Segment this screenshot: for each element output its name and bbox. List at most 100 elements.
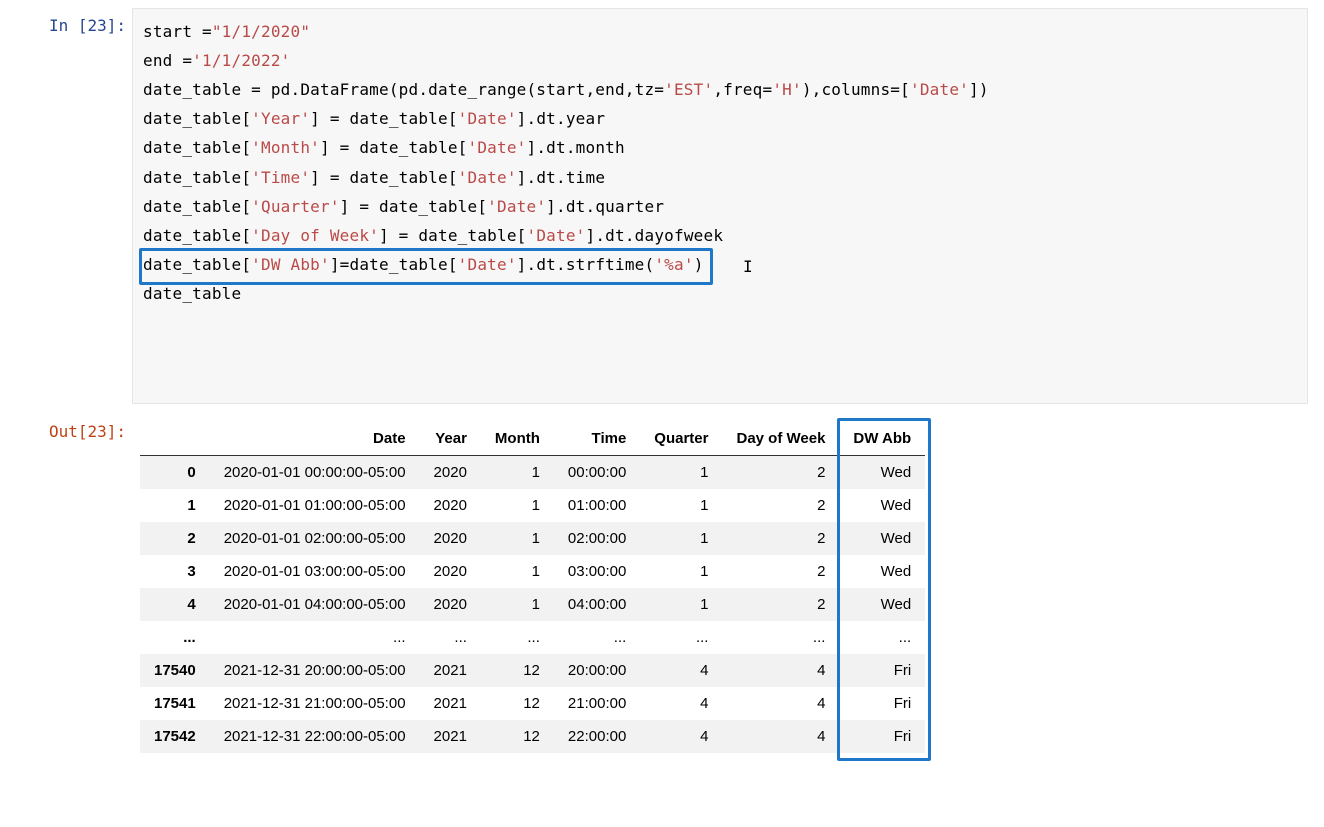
code-line: date_table[ [143, 255, 251, 274]
code-line: ].dt.year [517, 109, 606, 128]
row-index: 3 [140, 555, 210, 588]
code-line: ] = date_table[ [379, 226, 527, 245]
row-index: 17541 [140, 687, 210, 720]
cell-quarter: 1 [640, 489, 722, 522]
cell-time: 03:00:00 [554, 555, 640, 588]
cell-date: ... [210, 621, 420, 654]
cell-date: 2021-12-31 22:00:00-05:00 [210, 720, 420, 753]
cell-quarter: 1 [640, 555, 722, 588]
cell-time: 21:00:00 [554, 687, 640, 720]
output-area: Date Year Month Time Quarter Day of Week… [132, 414, 1308, 757]
code-line: ]) [969, 80, 989, 99]
code-string: '%a' [654, 255, 693, 274]
code-line: ].dt.strftime( [517, 255, 655, 274]
cell-dwabb: Fri [839, 687, 925, 720]
cell-month: 1 [481, 555, 554, 588]
cell-year: 2020 [420, 489, 481, 522]
cell-time: 00:00:00 [554, 456, 640, 490]
header-quarter: Quarter [640, 422, 722, 456]
cell-date: 2021-12-31 20:00:00-05:00 [210, 654, 420, 687]
table-row: 175412021-12-31 21:00:00-05:0020211221:0… [140, 687, 925, 720]
code-line: ] = date_table[ [340, 197, 488, 216]
header-date: Date [210, 422, 420, 456]
code-string: 'Day of Week' [251, 226, 379, 245]
cell-time: 20:00:00 [554, 654, 640, 687]
code-line: ) [694, 255, 704, 274]
cell-year: 2020 [420, 588, 481, 621]
table-header-row: Date Year Month Time Quarter Day of Week… [140, 422, 925, 456]
table-row: 175422021-12-31 22:00:00-05:0020211222:0… [140, 720, 925, 753]
code-line: start = [143, 22, 212, 41]
cell-date: 2020-01-01 01:00:00-05:00 [210, 489, 420, 522]
row-index: 2 [140, 522, 210, 555]
code-string: "1/1/2020" [212, 22, 310, 41]
cell-year: 2021 [420, 654, 481, 687]
cell-dow: ... [722, 621, 839, 654]
code-line: date_table[ [143, 109, 251, 128]
cell-month: 1 [481, 456, 554, 490]
cell-quarter: 1 [640, 456, 722, 490]
text-cursor-icon: I [743, 252, 753, 281]
cell-time: 04:00:00 [554, 588, 640, 621]
cell-dwabb: Fri [839, 654, 925, 687]
cell-dwabb: Wed [839, 489, 925, 522]
code-line: ].dt.time [517, 168, 606, 187]
cell-dwabb: Fri [839, 720, 925, 753]
cell-dwabb: Wed [839, 588, 925, 621]
cell-date: 2020-01-01 04:00:00-05:00 [210, 588, 420, 621]
output-cell: Out[23]: Date Year Month Time Quarter Da… [16, 414, 1308, 757]
header-dayofweek: Day of Week [722, 422, 839, 456]
code-string: 'Year' [251, 109, 310, 128]
cell-dow: 2 [722, 489, 839, 522]
code-line: ] = date_table[ [310, 168, 458, 187]
table-row: ........................ [140, 621, 925, 654]
cell-dow: 4 [722, 720, 839, 753]
cell-dow: 2 [722, 456, 839, 490]
code-line: date_table[ [143, 226, 251, 245]
cell-year: 2020 [420, 555, 481, 588]
code-line: date_table[ [143, 168, 251, 187]
row-index: 0 [140, 456, 210, 490]
cell-dow: 4 [722, 687, 839, 720]
dataframe-wrap: Date Year Month Time Quarter Day of Week… [132, 422, 925, 753]
cell-month: 1 [481, 588, 554, 621]
row-index: 17542 [140, 720, 210, 753]
cell-month: 12 [481, 720, 554, 753]
code-editor[interactable]: start ="1/1/2020" end ='1/1/2022' date_t… [132, 8, 1308, 404]
row-index: 17540 [140, 654, 210, 687]
cell-quarter: ... [640, 621, 722, 654]
cell-year: 2020 [420, 522, 481, 555]
cell-year: 2021 [420, 687, 481, 720]
cell-year: ... [420, 621, 481, 654]
row-index: 1 [140, 489, 210, 522]
header-year: Year [420, 422, 481, 456]
code-line: ] = date_table[ [320, 138, 468, 157]
table-row: 02020-01-01 00:00:00-05:002020100:00:001… [140, 456, 925, 490]
code-string: 'H' [772, 80, 802, 99]
cell-dow: 2 [722, 555, 839, 588]
cell-month: 1 [481, 489, 554, 522]
cell-month: 12 [481, 687, 554, 720]
table-row: 12020-01-01 01:00:00-05:002020101:00:001… [140, 489, 925, 522]
cell-dwabb: Wed [839, 456, 925, 490]
cell-date: 2020-01-01 03:00:00-05:00 [210, 555, 420, 588]
code-string: 'Date' [468, 138, 527, 157]
cell-month: 12 [481, 654, 554, 687]
code-string: 'Date' [910, 80, 969, 99]
row-index: 4 [140, 588, 210, 621]
header-month: Month [481, 422, 554, 456]
cell-dwabb: Wed [839, 555, 925, 588]
cell-date: 2020-01-01 02:00:00-05:00 [210, 522, 420, 555]
cell-quarter: 4 [640, 687, 722, 720]
code-string: 'Time' [251, 168, 310, 187]
code-line: ,freq= [713, 80, 772, 99]
table-row: 32020-01-01 03:00:00-05:002020103:00:001… [140, 555, 925, 588]
code-line: ].dt.quarter [546, 197, 664, 216]
cell-year: 2021 [420, 720, 481, 753]
code-string: 'Month' [251, 138, 320, 157]
code-string: 'Date' [458, 255, 517, 274]
input-cell: In [23]: start ="1/1/2020" end ='1/1/202… [16, 8, 1308, 404]
header-index [140, 422, 210, 456]
cell-dow: 2 [722, 588, 839, 621]
code-line: ),columns=[ [802, 80, 910, 99]
